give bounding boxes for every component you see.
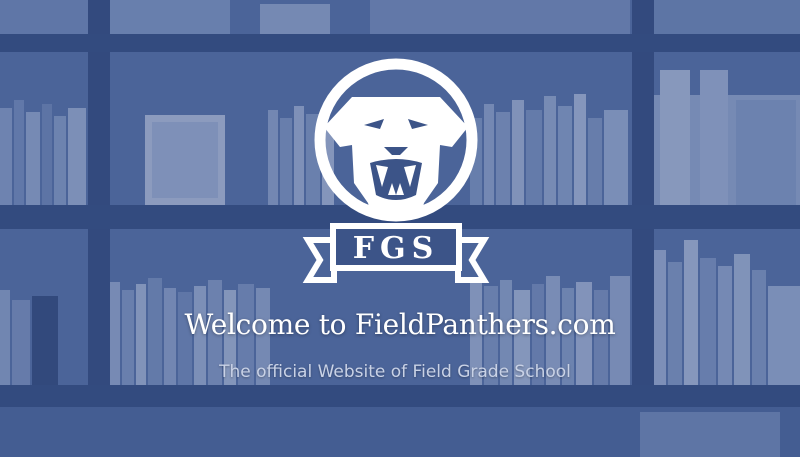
page-title: Welcome to FieldPanthers.com (184, 308, 616, 341)
hero-section: FGS Welcome to FieldPanthers.com The off… (0, 0, 800, 457)
page-subtitle: The official Website of Field Grade Scho… (219, 362, 571, 382)
logo-initials: FGS (353, 231, 440, 266)
fgs-panther-logo[interactable]: FGS (300, 55, 500, 300)
